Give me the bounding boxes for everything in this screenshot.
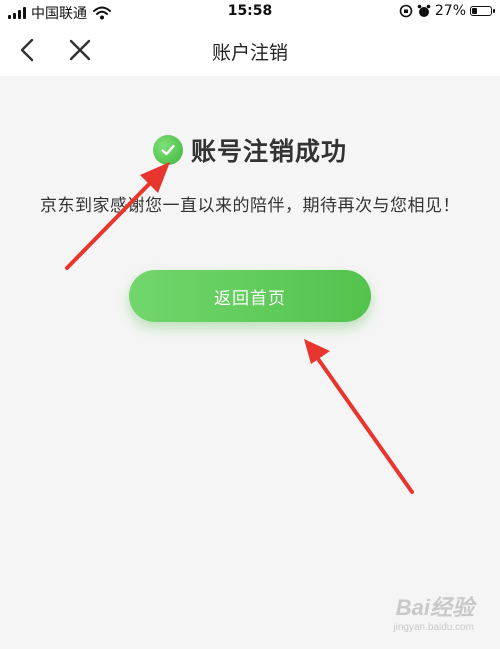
- thanks-text: 京东到家感谢您一直以来的陪伴，期待再次与您相见！: [40, 196, 460, 216]
- screen-lock-icon: [399, 4, 413, 18]
- nav-bar: 账户注销: [0, 24, 500, 76]
- watermark-brand: Bai经验: [395, 595, 474, 620]
- check-circle-icon: [152, 135, 183, 165]
- battery-fill: [472, 8, 477, 14]
- baidu-jingyan-watermark: Bai经验 jingyan.baidu.com: [393, 590, 474, 633]
- page-title: 账户注销: [211, 42, 288, 64]
- success-message: 账号注销成功: [0, 132, 500, 168]
- annotation-arrows: [65, 162, 414, 494]
- success-title: 账号注销成功: [190, 137, 347, 166]
- return-home-button[interactable]: 返回首页: [129, 270, 371, 322]
- arrow-to-home-button: [304, 339, 414, 494]
- alarm-icon: [417, 4, 431, 17]
- battery-percent: 27%: [434, 3, 466, 19]
- watermark-url: jingyan.baidu.com: [393, 622, 474, 633]
- status-bar: 中国联通 15:58 27%: [0, 0, 500, 24]
- battery-icon: [470, 6, 495, 16]
- status-bar-right: 27%: [399, 3, 495, 19]
